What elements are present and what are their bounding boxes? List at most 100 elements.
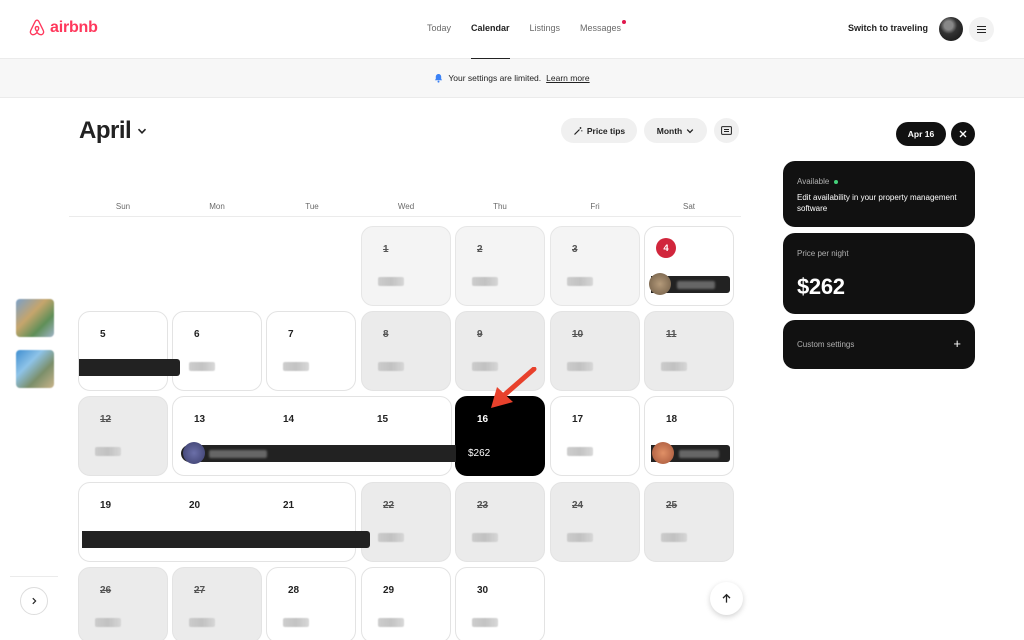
reservation-bar[interactable] [82, 531, 370, 548]
day-number: 11 [666, 329, 677, 340]
magic-wand-icon [573, 126, 583, 135]
day-cell-5[interactable]: 5 [78, 311, 168, 391]
annotation-arrow-icon [491, 367, 537, 408]
reservation-bar[interactable] [649, 273, 730, 295]
day-number: 19 [100, 500, 112, 511]
day-cell-18[interactable]: 18 [644, 396, 734, 476]
day-cell-30[interactable]: 30 [455, 567, 545, 640]
close-icon [959, 130, 967, 138]
day-cell-28[interactable]: 28 [266, 567, 356, 640]
switch-to-traveling-link[interactable]: Switch to traveling [848, 23, 928, 33]
panel-icon [721, 126, 732, 135]
day-cell-6[interactable]: 6 [172, 311, 262, 391]
menu-button[interactable] [969, 17, 994, 42]
price-blurred [472, 533, 498, 542]
month-title: April [79, 117, 132, 144]
listing-thumbnail[interactable] [16, 299, 54, 337]
day-cell-24[interactable]: 24 [550, 482, 640, 562]
day-cell-27[interactable]: 27 [172, 567, 262, 640]
view-mode-dropdown[interactable]: Month [644, 118, 707, 143]
day-price: $262 [468, 448, 491, 459]
guest-avatar [652, 442, 674, 464]
day-number: 17 [572, 414, 584, 425]
day-number: 29 [383, 585, 395, 596]
day-cell-8[interactable]: 8 [361, 311, 451, 391]
day-number: 22 [383, 500, 395, 511]
listing-thumbnail[interactable] [16, 350, 54, 388]
day-number: 24 [572, 500, 584, 511]
day-cell-29[interactable]: 29 [361, 567, 451, 640]
view-mode-label: Month [656, 125, 683, 136]
price-blurred [283, 362, 309, 371]
chevron-right-icon [32, 597, 37, 605]
logo-text: airbnb [50, 18, 98, 36]
close-panel-button[interactable] [951, 122, 975, 146]
day-cell-25[interactable]: 25 [644, 482, 734, 562]
day-number: 3 [572, 244, 578, 255]
day-cell-12[interactable]: 12 [78, 396, 168, 476]
day-number: 20 [189, 500, 201, 511]
top-header: airbnb Today Calendar Listings Messages … [0, 0, 1024, 59]
day-number: 27 [194, 585, 206, 596]
reservation-bar[interactable] [181, 442, 456, 464]
settings-panel-toggle-button[interactable] [714, 118, 739, 143]
nav-messages[interactable]: Messages [580, 20, 627, 59]
airbnb-logo-icon [29, 19, 45, 36]
price-blurred [378, 277, 404, 286]
day-cell-22[interactable]: 22 [361, 482, 451, 562]
nav-calendar[interactable]: Calendar [470, 23, 510, 59]
price-blurred [378, 618, 404, 627]
day-cell-1[interactable]: 1 [361, 226, 451, 306]
day-number: 14 [283, 414, 295, 425]
user-avatar[interactable] [939, 17, 963, 41]
custom-settings-card[interactable]: Custom settings + [783, 320, 975, 369]
expand-sidebar-button[interactable] [20, 587, 48, 615]
day-cell-7[interactable]: 7 [266, 311, 356, 391]
weekday-divider [69, 216, 741, 217]
available-dot [834, 179, 839, 184]
day-cell-2[interactable]: 2 [455, 226, 545, 306]
weekday-thu: Thu [493, 202, 507, 211]
nav-today[interactable]: Today [427, 23, 451, 59]
price-blurred [472, 618, 498, 627]
price-blurred [567, 277, 593, 286]
day-number: 12 [100, 414, 112, 425]
today-badge: 4 [656, 238, 676, 258]
price-blurred [567, 362, 593, 371]
guest-name-blurred [677, 281, 715, 289]
day-number: 21 [283, 500, 295, 511]
price-label: Price per night [797, 249, 849, 258]
weekday-fri: Fri [590, 202, 600, 211]
airbnb-logo[interactable]: airbnb [28, 18, 98, 37]
day-number: 23 [477, 500, 489, 511]
day-cell-23[interactable]: 23 [455, 482, 545, 562]
price-blurred [189, 618, 215, 627]
day-cell-26[interactable]: 26 [78, 567, 168, 640]
price-blurred [95, 618, 121, 627]
day-cell-3[interactable]: 3 [550, 226, 640, 306]
sidebar-divider [10, 576, 58, 577]
price-tips-button[interactable]: Price tips [561, 118, 637, 143]
notification-dot [622, 20, 627, 24]
day-cell-19-21[interactable]: 19 20 21 [78, 482, 356, 562]
custom-settings-label: Custom settings [797, 340, 855, 349]
day-number: 10 [572, 329, 584, 340]
selected-date-chip[interactable]: Apr 16 [896, 122, 946, 146]
bell-icon [435, 73, 443, 83]
availability-card[interactable]: Available Edit availability in your prop… [783, 161, 975, 227]
nav-listings[interactable]: Listings [530, 23, 561, 59]
month-selector[interactable]: April [79, 117, 147, 145]
guest-name-blurred [209, 450, 267, 458]
price-blurred [283, 618, 309, 627]
day-cell-17[interactable]: 17 [550, 396, 640, 476]
day-cell-11[interactable]: 11 [644, 311, 734, 391]
reservation-bar[interactable] [651, 442, 730, 464]
day-cell-10[interactable]: 10 [550, 311, 640, 391]
day-cell-13-15[interactable]: 13 14 15 [172, 396, 452, 476]
learn-more-link[interactable]: Learn more [546, 73, 589, 83]
scroll-to-top-button[interactable] [710, 582, 743, 615]
day-number: 30 [477, 585, 489, 596]
reservation-bar[interactable] [79, 359, 180, 376]
price-per-night-card[interactable]: Price per night $262 [783, 233, 975, 314]
plus-icon: + [953, 336, 961, 351]
